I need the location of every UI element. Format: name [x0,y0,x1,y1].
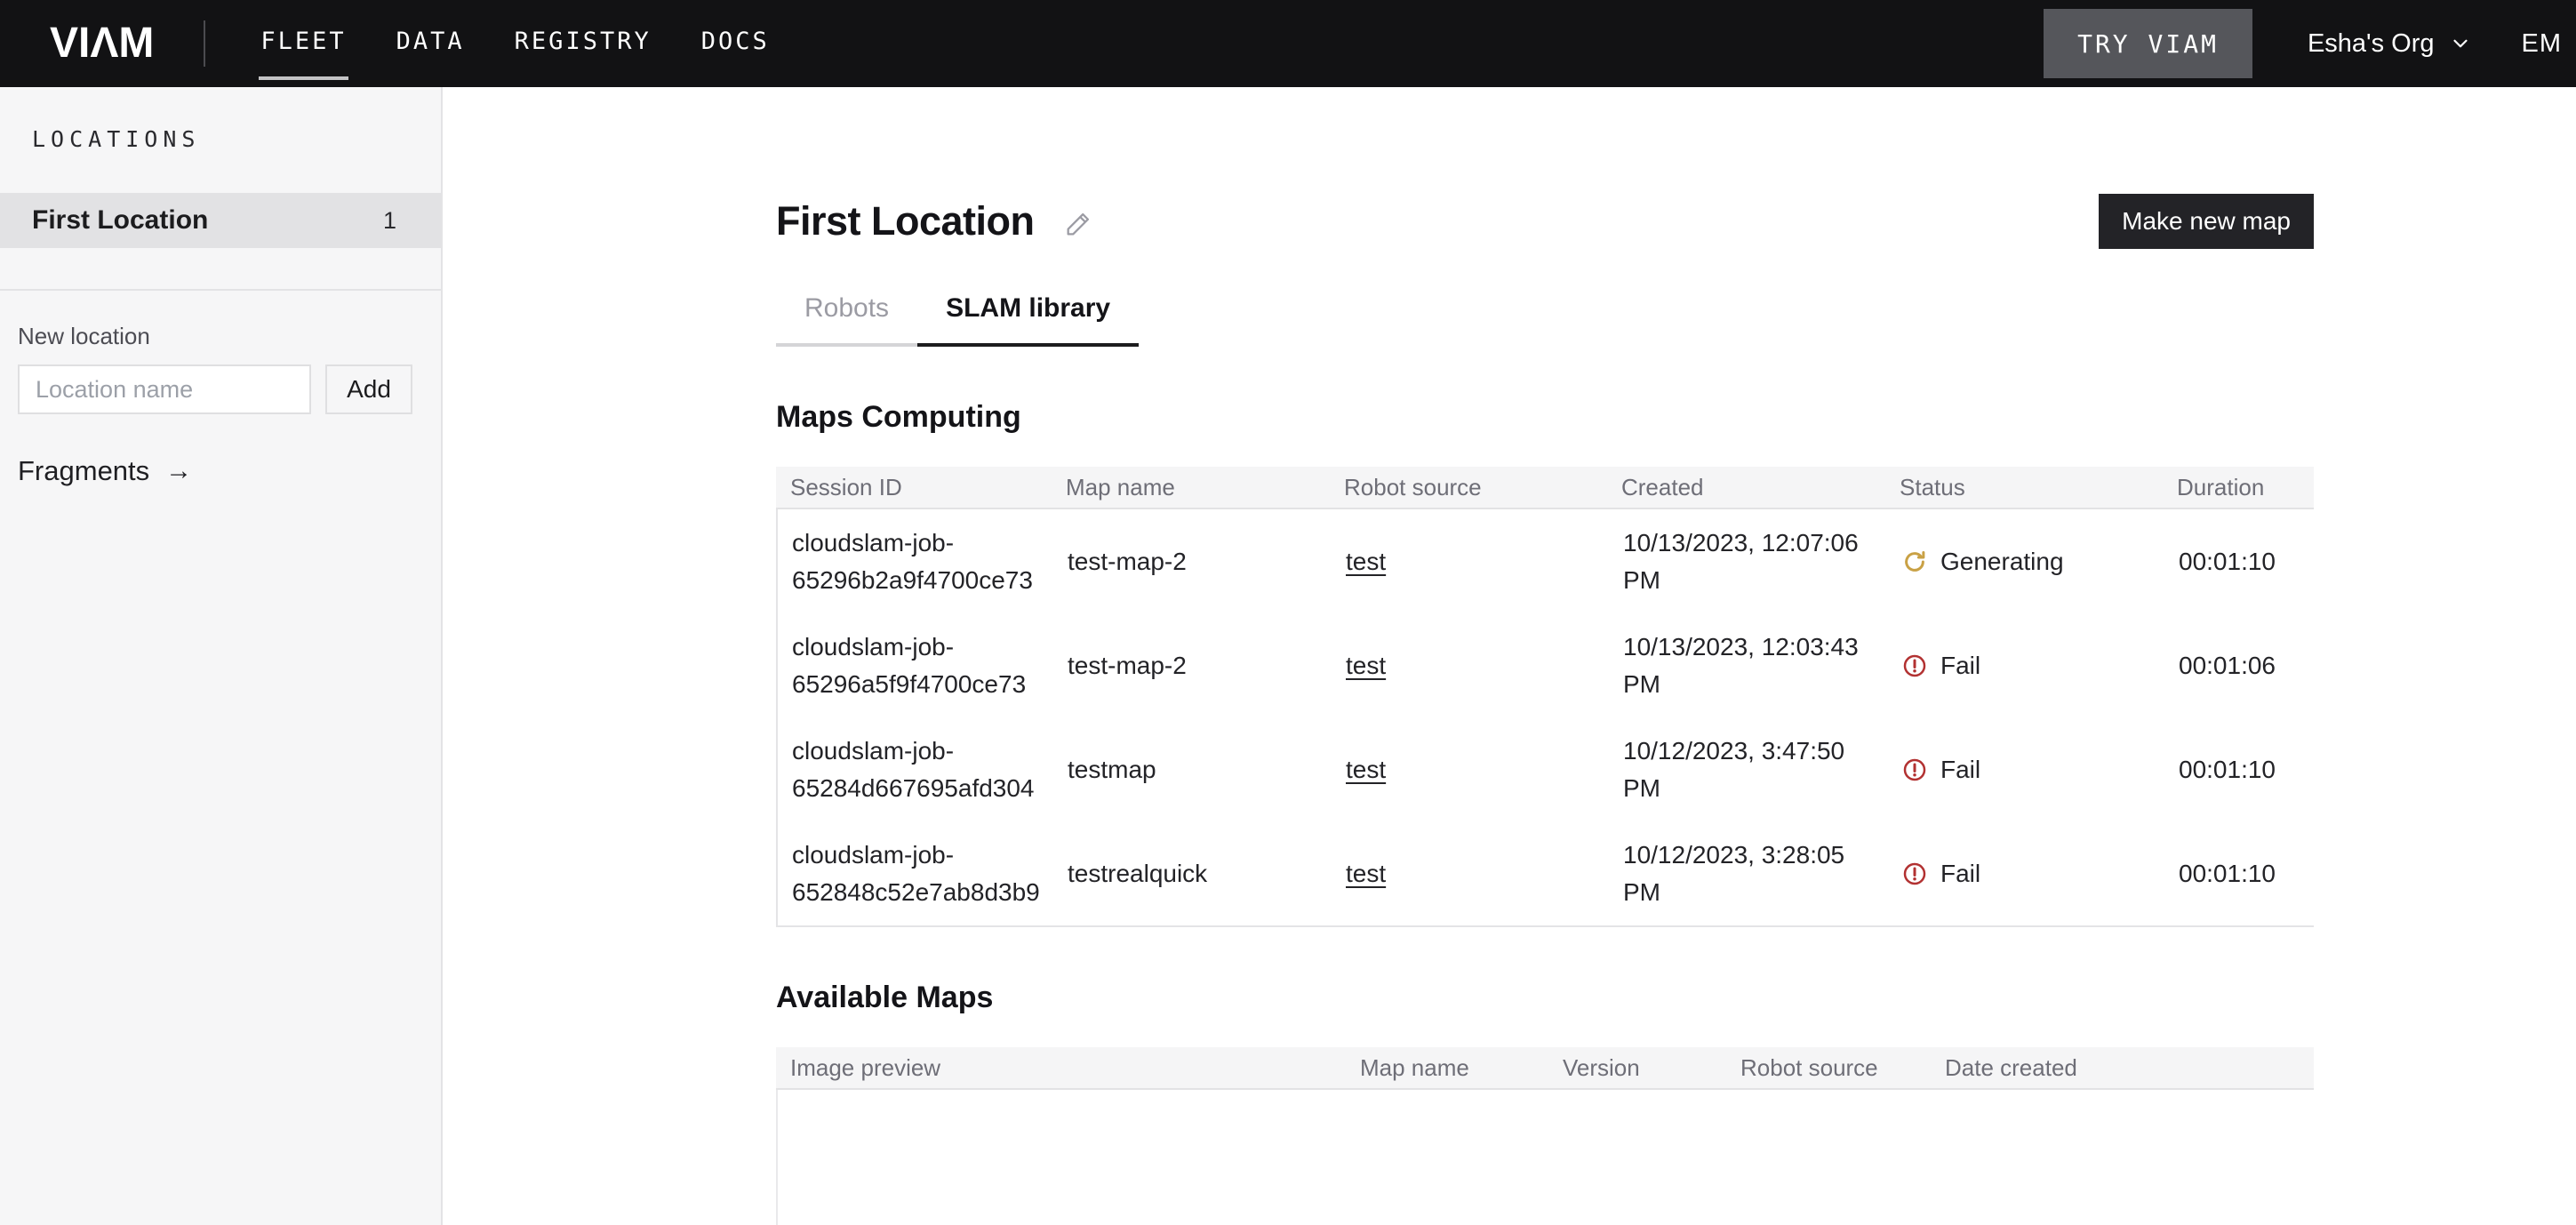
status-label: Fail [1940,756,1980,784]
nav-link-docs[interactable]: DOCS [701,28,770,60]
session-id-cell: cloudslam-job-65284d667695afd304 [778,733,1053,806]
robot-source-link[interactable]: test [1346,652,1386,679]
nav-link-registry[interactable]: REGISTRY [515,28,652,60]
status-label: Fail [1940,652,1980,680]
top-nav: VIΛM FLEET DATA REGISTRY DOCS TRY VIAM E… [0,0,2576,87]
nav-divider [204,20,205,67]
fragments-link[interactable]: Fragments → [18,455,423,487]
available-maps-heading: Available Maps [776,981,2314,1015]
nav-link-data[interactable]: DATA [396,28,465,60]
fail-alert-icon [1901,757,1928,783]
maps-computing-table-body: cloudslam-job-65296b2a9f4700ce73 test-ma… [776,509,2314,927]
column-header-robot-source: Robot source [1330,474,1607,501]
duration-cell: 00:01:10 [2164,860,2316,888]
page-head: First Location Make new map [776,194,2314,249]
locations-heading: LOCATIONS [32,126,409,152]
main-content: First Location Make new map Robots SLAM … [443,87,2576,1225]
tab-robots[interactable]: Robots [776,293,917,347]
location-name: First Location [32,205,208,236]
status-cell: Fail [1887,652,2164,680]
fragments-label: Fragments [18,455,149,487]
page: VIΛM FLEET DATA REGISTRY DOCS TRY VIAM E… [0,0,2576,1225]
sidebar: LOCATIONS First Location 1 New location … [0,87,443,1225]
new-location-label: New location [18,323,423,350]
add-location-button[interactable]: Add [325,364,412,414]
table-row: cloudslam-job-65296a5f9f4700ce73 test-ma… [778,613,2314,717]
column-header-map-name: Map name [1052,474,1330,501]
nav-link-fleet[interactable]: FLEET [260,28,346,60]
duration-cell: 00:01:10 [2164,756,2316,784]
arrow-right-icon: → [165,456,192,486]
duration-cell: 00:01:06 [2164,652,2316,680]
column-header-session-id: Session ID [776,474,1052,501]
map-name-cell: test-map-2 [1053,548,1332,576]
created-cell: 10/13/2023, 12:03:43 PM [1609,629,1887,702]
column-header-version: Version [1548,1054,1726,1082]
try-viam-button[interactable]: TRY VIAM [2044,9,2252,78]
fail-alert-icon [1901,653,1928,679]
map-name-cell: testrealquick [1053,860,1332,888]
page-title: First Location [776,198,1035,244]
table-row: cloudslam-job-65284d667695afd304 testmap… [778,717,2314,821]
maps-computing-table: Session ID Map name Robot source Created… [776,467,2314,927]
table-row: cloudslam-job-65296b2a9f4700ce73 test-ma… [778,509,2314,613]
new-location-form: New location Add [0,291,441,414]
created-cell: 10/12/2023, 3:28:05 PM [1609,837,1887,910]
make-new-map-button[interactable]: Make new map [2099,194,2314,249]
available-maps-table: Image preview Map name Version Robot sou… [776,1047,2314,1225]
tab-slam-library[interactable]: SLAM library [917,293,1139,347]
table-row: cloudslam-job-652848c52e7ab8d3b9 testrea… [778,821,2314,925]
fail-alert-icon [1901,861,1928,887]
maps-computing-heading: Maps Computing [776,400,2314,435]
session-id-cell: cloudslam-job-65296a5f9f4700ce73 [778,629,1053,702]
status-cell: Generating [1887,548,2164,576]
created-cell: 10/12/2023, 3:47:50 PM [1609,733,1887,806]
maps-computing-table-header: Session ID Map name Robot source Created… [776,467,2314,509]
user-menu[interactable]: EM [2522,29,2563,59]
map-name-cell: test-map-2 [1053,652,1332,680]
org-switcher[interactable]: Esha's Org [2308,29,2472,59]
generating-spinner-icon [1901,548,1928,575]
column-header-image-preview: Image preview [776,1054,1346,1082]
sidebar-item-first-location[interactable]: First Location 1 [0,193,441,248]
chevron-down-icon [2449,32,2472,55]
status-cell: Fail [1887,756,2164,784]
status-label: Generating [1940,548,2064,576]
available-maps-table-body [776,1090,2314,1225]
duration-cell: 00:01:10 [2164,548,2316,576]
robot-source-link[interactable]: test [1346,860,1386,887]
column-header-status: Status [1885,474,2163,501]
session-id-cell: cloudslam-job-652848c52e7ab8d3b9 [778,837,1053,910]
new-location-form-row: Add [18,364,423,414]
column-header-created: Created [1607,474,1885,501]
robot-source-link[interactable]: test [1346,548,1386,575]
created-cell: 10/13/2023, 12:07:06 PM [1609,524,1887,598]
map-name-cell: testmap [1053,756,1332,784]
title-wrap: First Location [776,198,1093,244]
location-robot-count: 1 [383,207,396,235]
primary-nav: FLEET DATA REGISTRY DOCS [260,28,769,60]
nav-right: TRY VIAM Esha's Org EM [2044,9,2576,78]
column-header-duration: Duration [2163,474,2314,501]
available-maps-table-header: Image preview Map name Version Robot sou… [776,1047,2314,1090]
tabs: Robots SLAM library [776,293,2314,347]
shell: LOCATIONS First Location 1 New location … [0,87,2576,1225]
column-header-robot-source: Robot source [1726,1054,1931,1082]
robot-source-link[interactable]: test [1346,756,1386,783]
status-cell: Fail [1887,860,2164,888]
session-id-cell: cloudslam-job-65296b2a9f4700ce73 [778,524,1053,598]
column-header-map-name: Map name [1346,1054,1548,1082]
content: First Location Make new map Robots SLAM … [776,194,2314,1225]
org-name: Esha's Org [2308,29,2435,59]
column-header-date-created: Date created [1931,1054,2314,1082]
edit-location-icon[interactable] [1063,209,1093,239]
viam-logo[interactable]: VIΛM [50,22,154,65]
location-name-input[interactable] [18,364,311,414]
status-label: Fail [1940,860,1980,888]
